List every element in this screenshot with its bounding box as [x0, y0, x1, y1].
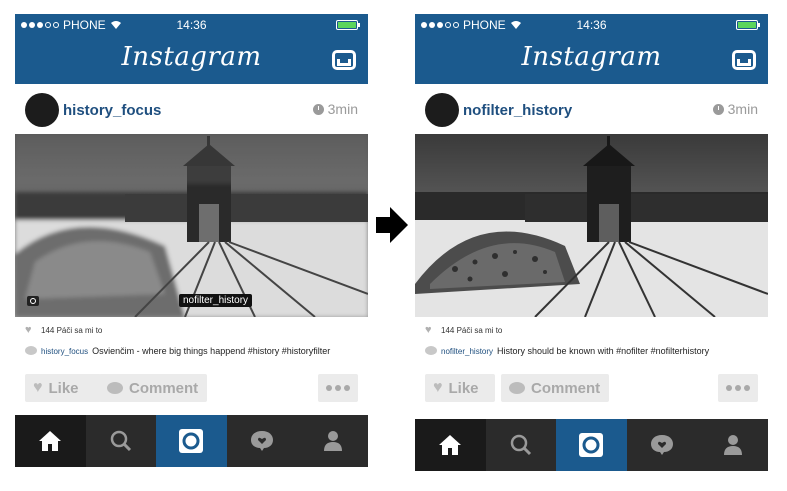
- caption-username[interactable]: nofilter_history: [441, 347, 493, 356]
- post-username[interactable]: nofilter_history: [463, 102, 572, 119]
- inbox-icon[interactable]: [732, 50, 756, 70]
- status-time: 14:36: [176, 18, 207, 32]
- comment-button[interactable]: Comment: [99, 374, 207, 402]
- tab-search[interactable]: [486, 419, 557, 471]
- photo-image: [415, 134, 768, 317]
- likes-row: ♥ 144 Páči sa mi to: [415, 322, 768, 340]
- post-username[interactable]: history_focus: [63, 102, 161, 119]
- tab-profile[interactable]: [697, 419, 768, 471]
- tab-bar: [15, 415, 368, 467]
- dot-icon: [335, 385, 341, 391]
- activity-icon: [251, 431, 274, 451]
- tab-activity[interactable]: [627, 419, 698, 471]
- like-label: Like: [48, 379, 79, 397]
- post-time: 3min: [712, 101, 758, 117]
- likes-count[interactable]: 144 Páči sa mi to: [41, 326, 102, 335]
- app-header: PHONE 14:36 Instagram: [15, 14, 368, 84]
- profile-icon: [723, 435, 742, 455]
- tab-activity[interactable]: [227, 415, 298, 467]
- comment-small-icon: [25, 346, 37, 355]
- comment-icon: [107, 382, 123, 394]
- likes-count[interactable]: 144 Páči sa mi to: [441, 326, 502, 335]
- comment-icon: [509, 382, 525, 394]
- home-icon: [39, 431, 62, 451]
- arrow-right-icon: [376, 207, 408, 243]
- caption-row: history_focus Osvienčim - where big thing…: [15, 342, 368, 360]
- photo-tag-label[interactable]: nofilter_history: [179, 294, 253, 307]
- caption-username[interactable]: history_focus: [41, 347, 88, 356]
- photo-image: [15, 134, 368, 317]
- tab-search[interactable]: [86, 415, 157, 467]
- like-button[interactable]: ♥ Like: [25, 374, 101, 402]
- avatar[interactable]: [25, 93, 59, 127]
- comment-label: Comment: [531, 379, 601, 397]
- tab-bar: [415, 419, 768, 471]
- comment-small-icon: [425, 346, 437, 355]
- post-header: nofilter_history 3min: [415, 84, 768, 134]
- dot-icon: [744, 385, 750, 391]
- camera-icon: [179, 429, 204, 453]
- caption-text-wrapper: history_focus Osvienčim - where big thing…: [41, 346, 330, 356]
- caption-text: History should be known with #nofilter #…: [497, 346, 710, 356]
- tab-camera[interactable]: [556, 419, 627, 471]
- status-bar: PHONE 14:36: [421, 17, 762, 33]
- search-icon: [110, 430, 131, 452]
- phone-screen-before: PHONE 14:36 Instagram history_focus 3min: [15, 14, 368, 467]
- more-options-button[interactable]: [718, 374, 758, 402]
- more-options-button[interactable]: [318, 374, 358, 402]
- clock-icon: [712, 103, 724, 115]
- dot-icon: [344, 385, 350, 391]
- app-header: PHONE 14:36 Instagram: [415, 14, 768, 84]
- caption-text-wrapper: nofilter_history History should be known …: [441, 346, 709, 356]
- tab-home[interactable]: [415, 419, 486, 471]
- search-icon: [510, 434, 531, 456]
- camera-icon: [579, 433, 604, 457]
- post-header: history_focus 3min: [15, 84, 368, 134]
- app-logo: Instagram: [521, 42, 662, 72]
- like-label: Like: [448, 379, 479, 397]
- inbox-icon[interactable]: [332, 50, 356, 70]
- post-actions: ♥ Like Comment: [15, 374, 368, 404]
- post-time-label: 3min: [327, 101, 358, 117]
- post-photo[interactable]: nofilter_history: [15, 134, 368, 317]
- likes-row: ♥ 144 Páči sa mi to: [15, 322, 368, 340]
- status-bar: PHONE 14:36: [21, 17, 362, 33]
- heart-icon: ♥: [433, 379, 443, 396]
- dot-icon: [735, 385, 741, 391]
- battery-icon: [336, 20, 360, 30]
- post-photo[interactable]: [415, 134, 768, 317]
- dot-icon: [726, 385, 732, 391]
- caption-text: Osvienčim - where big things happend #hi…: [92, 346, 331, 356]
- comment-label: Comment: [129, 379, 199, 397]
- heart-small-icon: ♥: [25, 324, 32, 336]
- camera-small-icon: [27, 296, 39, 306]
- profile-icon: [323, 431, 342, 451]
- phone-screen-after: PHONE 14:36 Instagram nofilter_history 3…: [415, 14, 768, 471]
- avatar[interactable]: [425, 93, 459, 127]
- post-time: 3min: [312, 101, 358, 117]
- app-logo: Instagram: [121, 42, 262, 72]
- activity-icon: [651, 435, 674, 455]
- tab-home[interactable]: [15, 415, 86, 467]
- comment-button[interactable]: Comment: [501, 374, 609, 402]
- post-actions: ♥ Like Comment: [415, 374, 768, 404]
- home-icon: [439, 435, 462, 455]
- dot-icon: [326, 385, 332, 391]
- status-time: 14:36: [576, 18, 607, 32]
- post-time-label: 3min: [727, 101, 758, 117]
- clock-icon: [312, 103, 324, 115]
- battery-icon: [736, 20, 760, 30]
- heart-small-icon: ♥: [425, 324, 432, 336]
- tab-profile[interactable]: [297, 415, 368, 467]
- tab-camera[interactable]: [156, 415, 227, 467]
- caption-row: nofilter_history History should be known …: [415, 342, 768, 360]
- like-button[interactable]: ♥ Like: [425, 374, 495, 402]
- heart-icon: ♥: [33, 379, 43, 396]
